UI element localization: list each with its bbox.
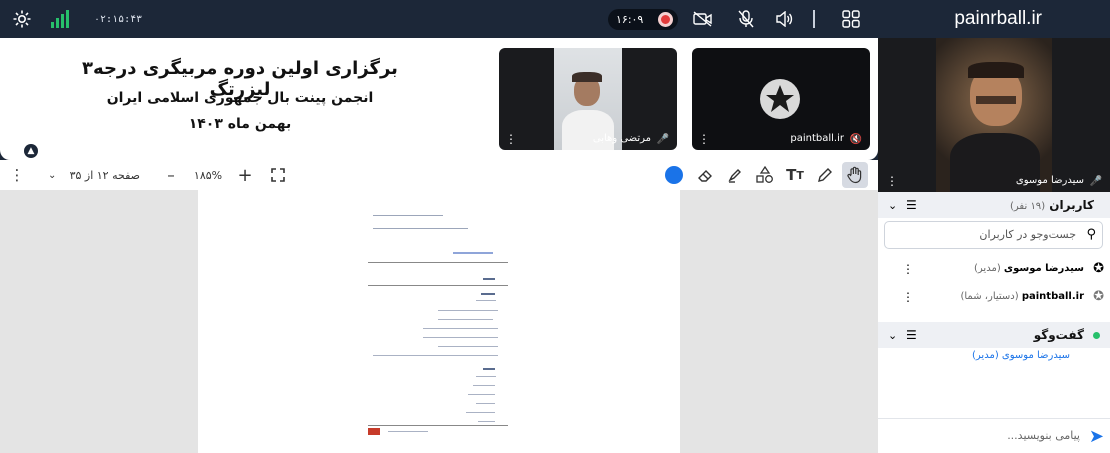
chevron-up-icon: ▲: [27, 146, 35, 156]
send-icon[interactable]: ➤: [1089, 426, 1104, 447]
search-icon: ⚲: [1086, 227, 1096, 242]
avatar-logo: [760, 79, 800, 119]
user-name: paintball.ir: [1021, 291, 1084, 302]
shapes-tool[interactable]: [752, 162, 778, 188]
grid-icon: [842, 10, 860, 28]
pencil-tool[interactable]: [812, 162, 838, 188]
fullscreen-button[interactable]: [265, 162, 291, 188]
users-title: کاربران: [1049, 198, 1094, 212]
chat-message-author: سیدرضا موسوی (مدیر): [972, 350, 1070, 361]
mic-icon: 🎤: [656, 134, 669, 145]
layout-button[interactable]: [839, 0, 863, 38]
mic-off-icon: [738, 10, 754, 28]
user-avatar-icon: ✪: [1093, 261, 1104, 276]
eraser-tool[interactable]: [692, 162, 718, 188]
zoom-in-button[interactable]: +: [232, 162, 258, 188]
user-role: (مدیر): [974, 263, 1001, 274]
presentation-area[interactable]: [0, 190, 878, 453]
user-search-input[interactable]: ⚲ جست‌وجو در کاربران: [884, 221, 1103, 249]
brand-name: painrball.ir: [954, 8, 1042, 29]
search-placeholder: جست‌وجو در کاربران: [979, 228, 1076, 241]
user-role: (دستیار، شما): [960, 291, 1019, 302]
camera-off-icon: [693, 11, 712, 27]
speaker-toggle-button[interactable]: [772, 0, 796, 38]
chevron-down-icon: ⌄: [48, 169, 57, 181]
connection-quality[interactable]: [48, 0, 72, 38]
mic-off-icon: 🔇: [849, 134, 862, 145]
user-row[interactable]: ⋮ سیدرضا موسوی (مدیر) ✪: [878, 258, 1110, 284]
mic-toggle-button[interactable]: [734, 0, 758, 38]
tile-participant-name: مرتضی وهابی: [592, 133, 651, 144]
tile-participant-name: paintball.ir: [790, 133, 844, 144]
document-page: [198, 190, 680, 453]
shapes-icon: [756, 166, 773, 183]
speaker-options-button[interactable]: ⋮: [886, 174, 898, 188]
hand-icon: [847, 166, 862, 184]
user-entry: سیدرضا موسوی (مدیر): [974, 263, 1084, 274]
chat-placeholder: پیامی بنویسید...: [1007, 429, 1080, 442]
mic-icon: 🎤: [1089, 176, 1102, 187]
pan-tool[interactable]: [842, 162, 868, 188]
text-tool[interactable]: TT: [782, 162, 808, 188]
chevron-down-icon: ⌄: [888, 198, 898, 212]
gear-icon: [13, 10, 31, 28]
color-picker-button[interactable]: [661, 162, 687, 188]
video-tile-morteza[interactable]: مرتضی وهابی 🎤 ⋮: [499, 48, 677, 150]
banner-date: بهمن ماه ۱۴۰۳: [188, 116, 292, 132]
speaker-video-feed: [936, 38, 1052, 192]
speaker-name: سیدرضا موسوی: [1015, 175, 1084, 186]
tile-options-button[interactable]: ⋮: [505, 132, 517, 146]
signal-icon: [51, 10, 69, 28]
color-swatch: [665, 166, 683, 184]
user-options-button[interactable]: ⋮: [902, 290, 914, 304]
page-info: صفحه ۱۲ از ۳۵: [69, 168, 140, 182]
toolbar-options-button[interactable]: ⋮: [4, 162, 30, 188]
filter-icon[interactable]: ☰: [906, 328, 917, 342]
zoom-level: ۱۸۵%: [193, 168, 223, 182]
zoom-out-button[interactable]: –: [158, 162, 184, 188]
speaker-icon: [776, 11, 793, 27]
user-name: سیدرضا موسوی: [1003, 263, 1084, 274]
highlighter-icon: [728, 169, 741, 183]
settings-button[interactable]: [8, 0, 36, 38]
eraser-icon: [698, 170, 712, 182]
user-entry: paintball.ir (دستیار، شما): [960, 291, 1084, 302]
fullscreen-icon: [271, 168, 285, 182]
online-dot: [1093, 331, 1100, 339]
top-bar: ۰۲:۱۵:۴۳ ۱۶:۰۹ painrball.ir: [0, 0, 1110, 38]
banner-subtitle: انجمن پینت بال جمهوری اسلامی ایران: [106, 90, 374, 106]
page-select[interactable]: ⌄ صفحه ۱۲ از ۳۵: [44, 162, 144, 188]
recording-indicator[interactable]: ۱۶:۰۹: [608, 9, 678, 30]
collapse-stage-button[interactable]: ▲: [24, 144, 38, 158]
chat-title: گفت‌وگو: [1033, 328, 1084, 342]
camera-toggle-button[interactable]: [690, 0, 716, 38]
recording-time: ۱۶:۰۹: [616, 13, 644, 26]
user-row[interactable]: ⋮ paintball.ir (دستیار، شما) ✪: [878, 286, 1110, 312]
users-section-header[interactable]: ⌄ ☰ کاربران (۱۹ نفر): [878, 192, 1110, 218]
user-options-button[interactable]: ⋮: [902, 262, 914, 276]
record-icon: [658, 12, 673, 27]
tile-options-button[interactable]: ⋮: [698, 132, 710, 146]
toolbar-divider: [813, 10, 815, 28]
users-count: (۱۹ نفر): [1009, 201, 1046, 212]
chat-section-header[interactable]: ⌄ ☰ گفت‌وگو: [878, 322, 1110, 348]
highlighter-tool[interactable]: [722, 162, 748, 188]
chevron-down-icon: ⌄: [888, 328, 898, 342]
pencil-icon: [818, 168, 832, 182]
main-speaker-video[interactable]: سیدرضا موسوی 🎤 ⋮: [878, 38, 1110, 192]
presentation-toolbar: ⋮ ⌄ صفحه ۱۲ از ۳۵ – ۱۸۵% + TT: [0, 160, 878, 190]
sidebar: سیدرضا موسوی 🎤 ⋮ ⌄ ☰ کاربران (۱۹ نفر) ⚲ …: [878, 38, 1110, 453]
video-tile-paintball[interactable]: paintball.ir 🔇 ⋮: [692, 48, 870, 150]
chat-input[interactable]: ➤ پیامی بنویسید...: [878, 418, 1110, 453]
user-avatar-icon: ✪: [1093, 289, 1104, 304]
session-clock: ۰۲:۱۵:۴۳: [94, 13, 143, 25]
filter-icon[interactable]: ☰: [906, 198, 917, 212]
